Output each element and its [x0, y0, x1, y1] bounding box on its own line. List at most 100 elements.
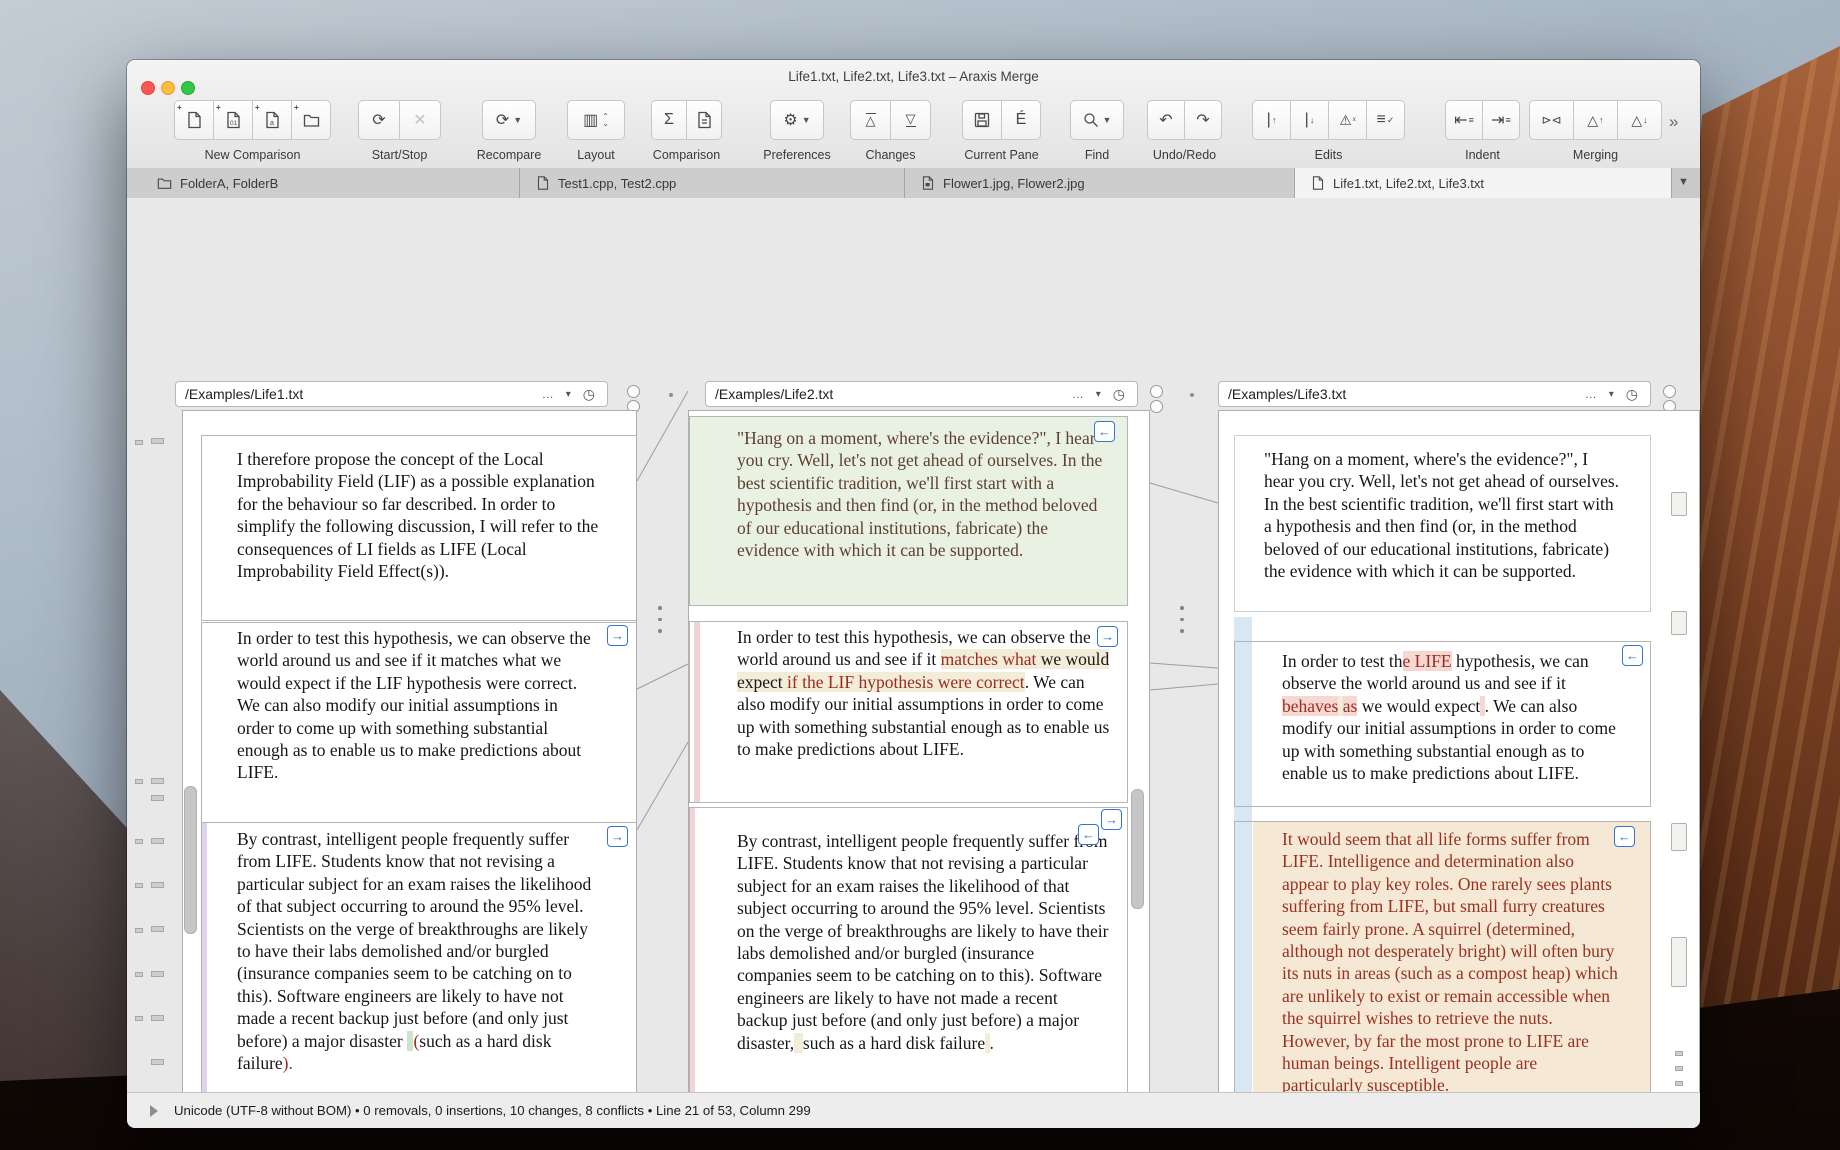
change-strip	[690, 808, 695, 1128]
expand-panel-button[interactable]	[150, 1105, 158, 1117]
start-button[interactable]: ⟳	[358, 100, 400, 140]
araxis-merge-window: Life1.txt, Life2.txt, Life3.txt – Araxis…	[127, 60, 1700, 1128]
merge-up-button[interactable]: △↑	[1573, 100, 1618, 140]
accept-edits-button[interactable]: ≡✓	[1366, 100, 1405, 140]
vertical-scrollbar-thumb[interactable]	[1131, 789, 1144, 909]
merge-left-button[interactable]: ←	[1094, 421, 1115, 442]
document-01-icon: 01	[225, 111, 242, 129]
new-merge-comparison-button[interactable]: +a	[252, 100, 292, 140]
tab-test1-test2[interactable]: Test1.cpp, Test2.cpp	[520, 168, 905, 198]
history-icon[interactable]: ◷	[1626, 386, 1638, 403]
merge-target-toggle[interactable]	[1150, 400, 1163, 413]
outdent-button[interactable]: ⇤≡	[1445, 100, 1483, 140]
more-options-button[interactable]: …	[542, 387, 554, 401]
merge-down-button[interactable]: △↓	[1617, 100, 1662, 140]
desktop: Life1.txt, Life2.txt, Life3.txt – Araxis…	[0, 0, 1840, 1150]
save-button[interactable]	[962, 100, 1002, 140]
arrow-up-icon: ↑	[1599, 115, 1604, 125]
new-binary-comparison-button[interactable]: +01	[213, 100, 253, 140]
encoding-button[interactable]: É	[1001, 100, 1041, 140]
toolbar-group-label: Find	[1085, 148, 1109, 162]
toolbar-group-label: Undo/Redo	[1153, 148, 1216, 162]
file-path: /Examples/Life1.txt	[176, 386, 542, 402]
preferences-button[interactable]: ⚙▼	[770, 100, 824, 140]
tab-foldera-folderb[interactable]: FolderA, FolderB	[127, 168, 520, 198]
path-dropdown-button[interactable]: ▾	[566, 389, 571, 400]
restart-icon: ⟳	[372, 110, 385, 130]
merge-both-button[interactable]: ⊳⊲	[1529, 100, 1574, 140]
undo-button[interactable]: ↶	[1147, 100, 1185, 140]
chevron-down-icon: ▼	[513, 115, 522, 125]
undo-icon: ↶	[1159, 110, 1172, 130]
path-dropdown-button[interactable]: ▾	[1609, 389, 1614, 400]
plus-badge-icon: +	[294, 103, 299, 112]
file-path: /Examples/Life2.txt	[706, 386, 1072, 402]
first-change-button[interactable]: △	[850, 100, 891, 140]
merge-target-toggle[interactable]	[627, 385, 640, 398]
svg-text:a: a	[270, 120, 274, 127]
e-acute-icon: É	[1016, 111, 1027, 129]
document-icon	[536, 175, 550, 191]
plus-badge-icon: +	[255, 103, 260, 112]
more-options-button[interactable]: …	[1585, 387, 1597, 401]
previous-edit-button[interactable]: |↑	[1252, 100, 1291, 140]
pane-life1-viewport[interactable]: I therefore propose the concept of the L…	[183, 411, 636, 1128]
toolbar-group-label: Edits	[1315, 148, 1343, 162]
recompare-button[interactable]: ⟳▼	[482, 100, 536, 140]
next-edit-button[interactable]: |↓	[1290, 100, 1329, 140]
toolbar-group-recompare: ⟳▼ Recompare	[482, 100, 536, 140]
diff-block: → In order to test this hypothesis, we c…	[201, 622, 636, 829]
overview-change-marker	[1671, 611, 1687, 635]
more-options-button[interactable]: …	[1072, 387, 1084, 401]
tab-label: Test1.cpp, Test2.cpp	[558, 176, 676, 191]
pane-life3-viewport[interactable]: "Hang on a moment, where's the evidence?…	[1219, 411, 1699, 1128]
merge-right-button[interactable]: →	[607, 625, 628, 646]
redo-button[interactable]: ↷	[1184, 100, 1222, 140]
history-icon[interactable]: ◷	[583, 386, 595, 403]
toolbar-group-label: Preferences	[763, 148, 830, 162]
merge-left-button[interactable]: ←	[1078, 824, 1099, 845]
stop-button[interactable]: ✕	[399, 100, 441, 140]
tab-list-dropdown-button[interactable]: ▼	[1678, 176, 1689, 188]
indent-button[interactable]: ⇥≡	[1482, 100, 1520, 140]
pathbar-life2: /Examples/Life2.txt … ▾ ◷	[705, 381, 1138, 407]
find-button[interactable]: ▼	[1070, 100, 1124, 140]
last-change-button[interactable]: ▽	[890, 100, 931, 140]
comparison-summary-button[interactable]: Σ	[651, 100, 687, 140]
comparison-report-button[interactable]	[686, 100, 722, 140]
new-text-comparison-button[interactable]: +	[174, 100, 214, 140]
arrow-down-icon: ↓	[1643, 115, 1648, 125]
toolbar-group-label: Recompare	[477, 148, 542, 162]
merge-right-button[interactable]: →	[607, 826, 628, 847]
toolbar-overflow-button[interactable]: »	[1669, 112, 1676, 132]
merge-target-toggle[interactable]	[1663, 385, 1676, 398]
merge-right-button[interactable]: →	[1101, 809, 1122, 830]
floppy-disk-icon	[974, 112, 990, 128]
status-bar: Unicode (UTF-8 without BOM) • 0 removals…	[127, 1092, 1700, 1128]
vertical-scrollbar-thumb[interactable]	[184, 786, 197, 934]
merge-right-button[interactable]: →	[1097, 626, 1118, 647]
arrow-up-icon: ↑	[1272, 115, 1277, 125]
new-folder-comparison-button[interactable]: +	[291, 100, 331, 140]
overview-change-marker	[1671, 823, 1687, 851]
plus-badge-icon: +	[216, 103, 221, 112]
toolbar-group-undo-redo: ↶ ↷ Undo/Redo	[1147, 100, 1222, 140]
merge-left-button[interactable]: ←	[1614, 826, 1635, 847]
history-icon[interactable]: ◷	[1113, 386, 1125, 403]
cursor-up-icon: |	[1267, 111, 1271, 129]
tab-life1-life2-life3[interactable]: Life1.txt, Life2.txt, Life3.txt	[1295, 168, 1672, 198]
tab-label: Flower1.jpg, Flower2.jpg	[943, 176, 1085, 191]
first-change-icon: △	[866, 113, 876, 127]
tab-flower1-flower2[interactable]: Flower1.jpg, Flower2.jpg	[905, 168, 1295, 198]
pane-life2-viewport[interactable]: ← "Hang on a moment, where's the evidenc…	[689, 411, 1149, 1128]
pathbar-life1: /Examples/Life1.txt … ▾ ◷	[175, 381, 608, 407]
diff-block: → ← By contrast, intelligent people freq…	[689, 807, 1128, 1128]
merge-left-button[interactable]: ←	[1622, 645, 1643, 666]
gap-ellipsis-indicator	[658, 598, 662, 641]
diff-block: I therefore propose the concept of the L…	[201, 435, 636, 621]
discard-edits-button[interactable]: ⚠ˣ	[1328, 100, 1367, 140]
merge-target-toggle[interactable]	[1150, 385, 1163, 398]
path-dropdown-button[interactable]: ▾	[1096, 389, 1101, 400]
toolbar-group-label: Start/Stop	[372, 148, 428, 162]
layout-button[interactable]: ▥⌃⌄	[567, 100, 625, 140]
